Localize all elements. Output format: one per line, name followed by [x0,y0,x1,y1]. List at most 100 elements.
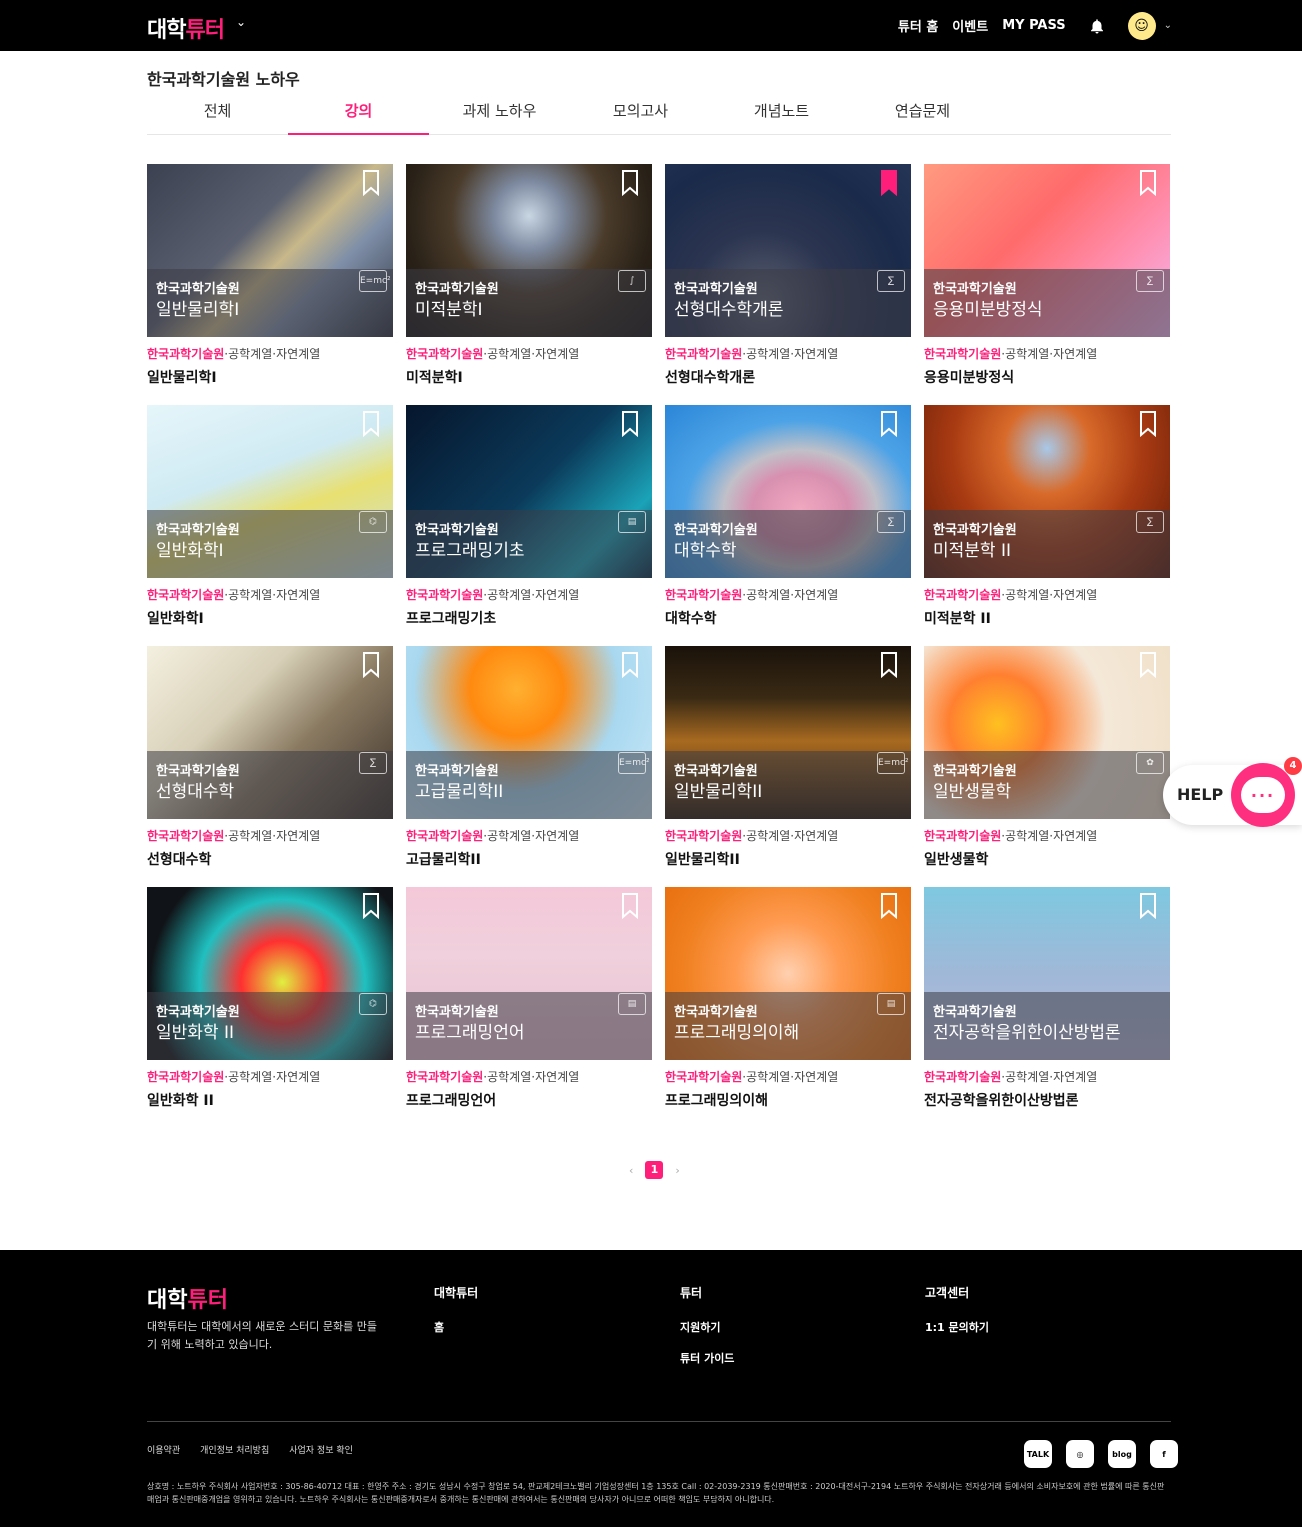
card-title[interactable]: 프로그래밍언어 [406,1090,652,1110]
lecture-card[interactable]: 한국과학기술원 일반물리학I E=mc² 한국과학기술원·공학계열·자연계열 일… [147,164,393,405]
business-info-link[interactable]: 사업자 정보 확인 [289,1443,353,1456]
bookmark-icon[interactable] [363,652,379,678]
card-title[interactable]: 선형대수학개론 [665,367,911,387]
tab-all[interactable]: 전체 [147,90,288,134]
footer-link-inquiry[interactable]: 1:1 문의하기 [925,1319,989,1335]
bookmark-icon[interactable] [363,170,379,196]
card-university: 한국과학기술원 [924,829,1002,843]
divider [147,1421,1171,1422]
logo[interactable]: 대학튜터 [147,12,225,44]
card-thumbnail[interactable]: 한국과학기술원 일반물리학I E=mc² [147,164,393,337]
card-title[interactable]: 일반화학 II [147,1090,393,1110]
lecture-card[interactable]: 한국과학기술원 일반생물학 ✿ 한국과학기술원·공학계열·자연계열 일반생물학 [924,646,1170,887]
blog-icon[interactable]: blog [1108,1440,1136,1468]
bookmark-icon[interactable] [1140,170,1156,196]
lecture-card[interactable]: 한국과학기술원 응용미분방정식 ∑ 한국과학기술원·공학계열·자연계열 응용미분… [924,164,1170,405]
footer-link-guide[interactable]: 튜터 가이드 [680,1350,734,1366]
nav-my-pass[interactable]: MY PASS [1002,18,1065,33]
card-thumbnail[interactable]: 한국과학기술원 응용미분방정식 ∑ [924,164,1170,337]
footer-link-home[interactable]: 홈 [434,1319,478,1335]
card-title[interactable]: 일반화학I [147,608,393,628]
lecture-card[interactable]: 한국과학기술원 일반물리학II E=mc² 한국과학기술원·공학계열·자연계열 … [665,646,911,887]
bookmark-icon[interactable] [1140,652,1156,678]
card-meta: 한국과학기술원·공학계열·자연계열 [924,827,1170,844]
card-thumbnail[interactable]: 한국과학기술원 프로그래밍기초 ▤ [406,405,652,578]
lecture-card[interactable]: 한국과학기술원 선형대수학 ∑ 한국과학기술원·공학계열·자연계열 선형대수학 [147,646,393,887]
bookmark-icon[interactable] [622,170,638,196]
card-thumbnail[interactable]: 한국과학기술원 일반물리학II E=mc² [665,646,911,819]
card-tags: ·공학계열·자연계열 [1001,588,1098,602]
lecture-card[interactable]: 한국과학기술원 프로그래밍기초 ▤ 한국과학기술원·공학계열·자연계열 프로그래… [406,405,652,646]
bookmark-icon[interactable] [363,411,379,437]
bookmark-icon[interactable] [622,411,638,437]
card-thumbnail[interactable]: 한국과학기술원 대학수학 ∑ [665,405,911,578]
card-title[interactable]: 일반물리학II [665,849,911,869]
bookmark-icon[interactable] [881,893,897,919]
card-title[interactable]: 미적분학 II [924,608,1170,628]
card-title[interactable]: 프로그래밍기초 [406,608,652,628]
lecture-card[interactable]: 한국과학기술원 일반화학 II ⌬ 한국과학기술원·공학계열·자연계열 일반화학… [147,887,393,1128]
lecture-card[interactable]: 한국과학기술원 고급물리학II E=mc² 한국과학기술원·공학계열·자연계열 … [406,646,652,887]
lecture-card[interactable]: 한국과학기술원 프로그래밍언어 ▤ 한국과학기술원·공학계열·자연계열 프로그래… [406,887,652,1128]
card-tags: ·공학계열·자연계열 [742,588,839,602]
card-thumbnail[interactable]: 한국과학기술원 일반화학I ⌬ [147,405,393,578]
bookmark-icon[interactable] [1140,411,1156,437]
card-title[interactable]: 대학수학 [665,608,911,628]
card-title[interactable]: 선형대수학 [147,849,393,869]
bookmark-icon[interactable] [622,893,638,919]
bookmark-icon[interactable] [881,411,897,437]
card-thumbnail[interactable]: 한국과학기술원 미적분학I ∫ [406,164,652,337]
bookmark-icon[interactable] [363,893,379,919]
card-title[interactable]: 미적분학I [406,367,652,387]
card-title[interactable]: 전자공학을위한이산방법론 [924,1090,1170,1110]
bookmark-icon[interactable] [622,652,638,678]
bell-icon[interactable] [1088,17,1106,35]
lecture-card[interactable]: 한국과학기술원 프로그래밍의이해 ▤ 한국과학기술원·공학계열·자연계열 프로그… [665,887,911,1128]
avatar[interactable]: ☺ [1127,11,1156,40]
facebook-icon[interactable]: f [1150,1440,1178,1468]
lecture-card[interactable]: 한국과학기술원 대학수학 ∑ 한국과학기술원·공학계열·자연계열 대학수학 [665,405,911,646]
terms-link[interactable]: 이용약관 [147,1443,180,1456]
lecture-card[interactable]: 한국과학기술원 미적분학I ∫ 한국과학기술원·공학계열·자연계열 미적분학I [406,164,652,405]
card-thumbnail[interactable]: 한국과학기술원 일반생물학 ✿ [924,646,1170,819]
footer-link-apply[interactable]: 지원하기 [680,1319,734,1335]
lecture-card[interactable]: 한국과학기술원 선형대수학개론 ∑ 한국과학기술원·공학계열·자연계열 선형대수… [665,164,911,405]
lecture-card[interactable]: 한국과학기술원 미적분학 II ∑ 한국과학기술원·공학계열·자연계열 미적분학… [924,405,1170,646]
bookmark-icon[interactable] [881,652,897,678]
instagram-icon[interactable]: ◎ [1066,1440,1094,1468]
category-tabs: 전체 강의 과제 노하우 모의고사 개념노트 연습문제 [147,90,1171,135]
page-number[interactable]: 1 [645,1161,664,1179]
card-thumbnail[interactable]: 한국과학기술원 일반화학 II ⌬ [147,887,393,1060]
nav-tutor-home[interactable]: 튜터 홈 [898,16,938,35]
lecture-card[interactable]: 한국과학기술원 전자공학을위한이산방법론 한국과학기술원·공학계열·자연계열 전… [924,887,1170,1128]
tab-practice[interactable]: 연습문제 [852,90,993,134]
tab-mock-exam[interactable]: 모의고사 [570,90,711,134]
lecture-card[interactable]: 한국과학기술원 일반화학I ⌬ 한국과학기술원·공학계열·자연계열 일반화학I [147,405,393,646]
privacy-link[interactable]: 개인정보 처리방침 [200,1443,269,1456]
help-button[interactable]: HELP ··· 4 [1163,757,1302,827]
card-title[interactable]: 일반생물학 [924,849,1170,869]
bookmark-icon[interactable] [1140,893,1156,919]
card-thumbnail[interactable]: 한국과학기술원 선형대수학개론 ∑ [665,164,911,337]
card-thumbnail[interactable]: 한국과학기술원 전자공학을위한이산방법론 [924,887,1170,1060]
chevron-down-icon[interactable]: ⌄ [236,15,246,29]
card-title[interactable]: 프로그래밍의이해 [665,1090,911,1110]
card-thumbnail[interactable]: 한국과학기술원 미적분학 II ∑ [924,405,1170,578]
card-thumbnail[interactable]: 한국과학기술원 프로그래밍의이해 ▤ [665,887,911,1060]
kakao-talk-icon[interactable]: TALK [1024,1440,1052,1468]
bookmark-icon[interactable] [881,170,897,196]
prev-page-button[interactable]: ‹ [629,1164,633,1177]
card-title[interactable]: 고급물리학II [406,849,652,869]
card-thumbnail[interactable]: 한국과학기술원 프로그래밍언어 ▤ [406,887,652,1060]
card-title[interactable]: 일반물리학I [147,367,393,387]
card-university: 한국과학기술원 [147,588,225,602]
card-thumbnail[interactable]: 한국과학기술원 고급물리학II E=mc² [406,646,652,819]
tab-lecture[interactable]: 강의 [288,90,429,135]
card-title[interactable]: 응용미분방정식 [924,367,1170,387]
tab-assignment[interactable]: 과제 노하우 [429,90,570,134]
tab-concept-note[interactable]: 개념노트 [711,90,852,134]
chevron-down-icon[interactable]: ⌄ [1164,20,1172,31]
card-thumbnail[interactable]: 한국과학기술원 선형대수학 ∑ [147,646,393,819]
nav-event[interactable]: 이벤트 [952,16,988,35]
next-page-button[interactable]: › [675,1164,679,1177]
